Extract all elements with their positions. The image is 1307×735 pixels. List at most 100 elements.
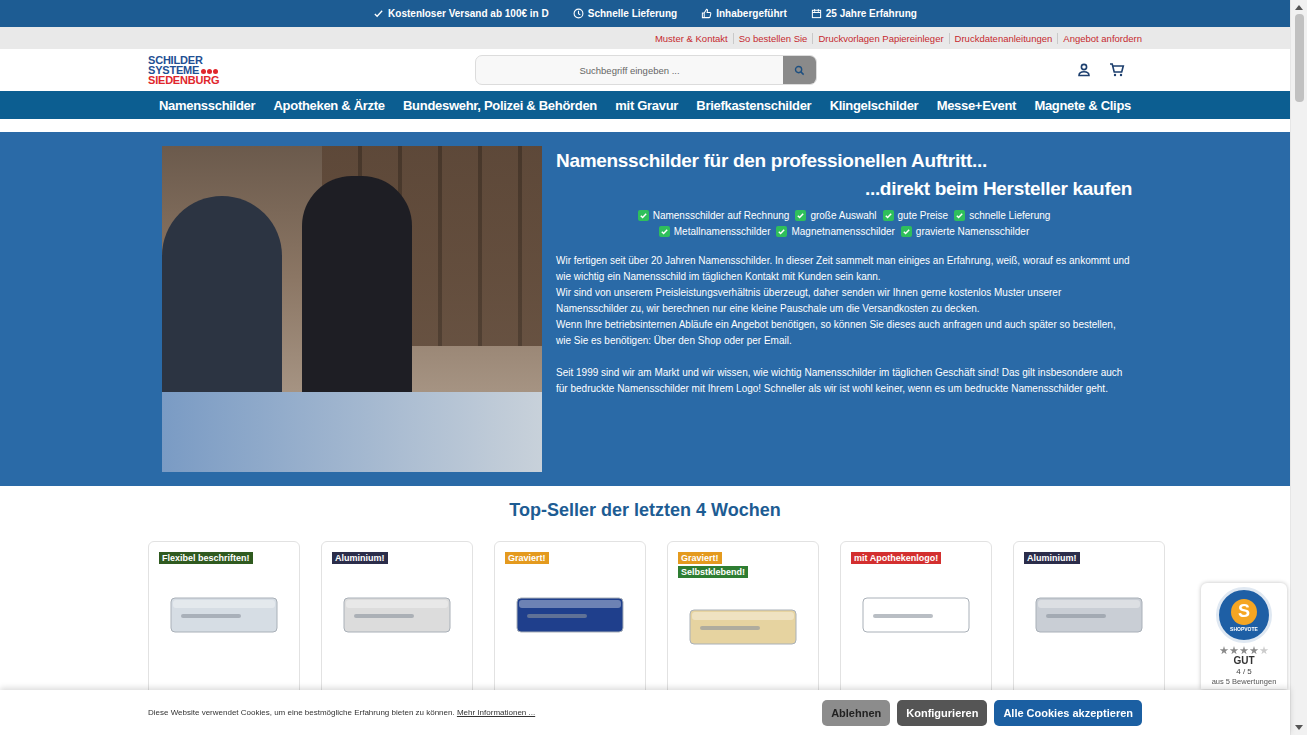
badge: Graviert!: [505, 552, 549, 564]
star-icon: [1230, 646, 1239, 655]
feature-row: Namensschilder auf Rechnung große Auswahl…: [556, 210, 1132, 221]
badge: Aluminium!: [332, 552, 388, 564]
header: SCHILDERSYSTEMESIEDENBURGSuchbegriff ein…: [0, 49, 1290, 91]
logo-dots-icon: [201, 69, 218, 74]
cookie-button[interactable]: Ablehnen: [822, 700, 890, 726]
service-link[interactable]: Angebot anfordern: [1057, 33, 1142, 44]
nav-item[interactable]: Bundeswehr, Polizei & Behörden: [403, 98, 597, 113]
badge-list: Graviert!: [505, 552, 635, 566]
nav-item[interactable]: Magnete & Clips: [1034, 98, 1131, 113]
star-icon: [1220, 646, 1229, 655]
cookie-button[interactable]: Alle Cookies akzeptieren: [994, 700, 1142, 726]
feature-row: MetallnamensschilderMagnetnamensschilder…: [556, 226, 1132, 237]
cookie-buttons: Ablehnen Konfigurieren Alle Cookies akzept…: [822, 700, 1142, 726]
service-link[interactable]: Muster & Kontakt: [650, 33, 733, 44]
scroll-down-icon[interactable]: [1295, 725, 1303, 730]
star-rating: [1220, 646, 1269, 655]
cookie-button[interactable]: Konfigurieren: [897, 700, 987, 726]
badge: Graviert!: [678, 552, 722, 564]
service-bar: Muster & KontaktSo bestellen SieDruckvor…: [0, 27, 1290, 49]
hero-title: Namensschilder für den professionellen A…: [556, 150, 1132, 172]
hero-description: Wir fertigen seit über 20 Jahren Namenss…: [556, 253, 1132, 349]
product-image: [332, 580, 462, 650]
checkbox-icon: [795, 210, 806, 221]
product-image: [851, 580, 981, 650]
badge-list: Flexibel beschriften!: [159, 552, 289, 566]
browser-page: Kostenloser Versand ab 100€ in D Schnelle…: [0, 0, 1307, 735]
hero-text: Namensschilder für den professionellen A…: [556, 146, 1142, 472]
star-icon: [1240, 646, 1249, 655]
search-input[interactable]: Suchbegriff eingeben ...: [476, 56, 783, 84]
rating-count: aus 5 Bewertungen: [1212, 677, 1277, 687]
service-link[interactable]: Druckdatenanleitungen: [949, 33, 1058, 44]
paragraph: Wir sind von unserem Preisleistungsverhä…: [556, 285, 1132, 317]
hero-subtitle: ...direkt beim Hersteller kaufen: [556, 178, 1132, 200]
paragraph: Seit 1999 sind wir am Markt und wir wiss…: [556, 365, 1132, 397]
feature: Namensschilder auf Rechnung: [638, 210, 790, 221]
usp-item: 25 Jahre Erfahrung: [811, 8, 917, 19]
thumbs-up-icon: [701, 8, 712, 19]
more-info-link[interactable]: Mehr Informationen ...: [457, 708, 535, 717]
header-actions: [1076, 62, 1125, 78]
star-icon: [1250, 646, 1259, 655]
rating-grade: GUT: [1233, 655, 1254, 667]
usp-bar: Kostenloser Versand ab 100€ in D Schnelle…: [0, 0, 1290, 27]
clock-icon: [573, 8, 584, 19]
feature: schnelle Lieferung: [954, 210, 1050, 221]
nav-item[interactable]: Apotheken & Ärzte: [274, 98, 385, 113]
product-image: [505, 580, 635, 650]
usp-item: Inhabergeführt: [701, 8, 787, 19]
cookie-text: Diese Website verwendet Cookies, um eine…: [148, 708, 535, 717]
feature: Magnetnamensschilder: [776, 226, 894, 237]
user-icon[interactable]: [1076, 62, 1092, 78]
usp-item: Schnelle Lieferung: [573, 8, 677, 19]
feature: gute Preise: [883, 210, 949, 221]
nav-item[interactable]: Briefkastenschilder: [696, 98, 811, 113]
nav-item[interactable]: Klingelschilder: [830, 98, 919, 113]
paragraph: Wenn Ihre betriebsinternen Abläufe ein A…: [556, 317, 1132, 349]
checkbox-icon: [883, 210, 894, 221]
cookie-bar: Diese Website verwendet Cookies, um eine…: [0, 690, 1290, 735]
main-nav: Namensschilder Apotheken & Ärzte Bundesweh…: [0, 91, 1290, 119]
checkbox-icon: [659, 226, 670, 237]
rating-score: 4 / 5: [1236, 667, 1252, 677]
badge-list: Aluminium!: [1024, 552, 1154, 566]
shopvote-seal-icon: SSHOPVOTE: [1216, 587, 1272, 643]
nav-item[interactable]: mit Gravur: [615, 98, 678, 113]
service-link[interactable]: Druckvorlagen Papiereinleger: [812, 33, 948, 44]
badge: Selbstklebend!: [678, 566, 748, 578]
cart-icon[interactable]: [1109, 62, 1125, 78]
hero: Namensschilder für den professionellen A…: [0, 132, 1290, 486]
page: Kostenloser Versand ab 100€ in D Schnelle…: [0, 0, 1290, 735]
badge-list: Aluminium!: [332, 552, 462, 566]
star-icon: [1260, 646, 1269, 655]
badge-list: Graviert! Selbstklebend!: [678, 552, 808, 578]
nav-item[interactable]: Messe+Event: [937, 98, 1016, 113]
checkbox-icon: [954, 210, 965, 221]
product-image: [1024, 580, 1154, 650]
logo[interactable]: SCHILDERSYSTEMESIEDENBURG: [148, 55, 475, 85]
search-box: Suchbegriff eingeben ...: [475, 55, 817, 85]
usp-item: Kostenloser Versand ab 100€ in D: [373, 8, 549, 19]
scroll-up-icon[interactable]: [1295, 5, 1303, 10]
checkbox-icon: [638, 210, 649, 221]
search-button[interactable]: [783, 56, 816, 84]
hero-photo: [162, 146, 542, 472]
feature: große Auswahl: [795, 210, 876, 221]
calendar-icon: [811, 8, 822, 19]
badge: mit Apothekenlogo!: [851, 552, 941, 564]
check-icon: [373, 8, 384, 19]
scrollbar[interactable]: [1290, 0, 1307, 735]
checkbox-icon: [901, 226, 912, 237]
feature: gravierte Namensschilder: [901, 226, 1029, 237]
badge: Aluminium!: [1024, 552, 1080, 564]
rating-widget[interactable]: SSHOPVOTE GUT4 / 5aus 5 Bewertungen: [1201, 583, 1287, 689]
product-image: [159, 580, 289, 650]
badge: Flexibel beschriften!: [159, 552, 253, 564]
scroll-thumb[interactable]: [1295, 14, 1304, 102]
service-link[interactable]: So bestellen Sie: [733, 33, 813, 44]
nav-item[interactable]: Namensschilder: [159, 98, 255, 113]
magnifier-icon: [794, 65, 805, 76]
section-title: Top-Seller der letzten 4 Wochen: [148, 500, 1142, 521]
product-image: [678, 592, 808, 662]
